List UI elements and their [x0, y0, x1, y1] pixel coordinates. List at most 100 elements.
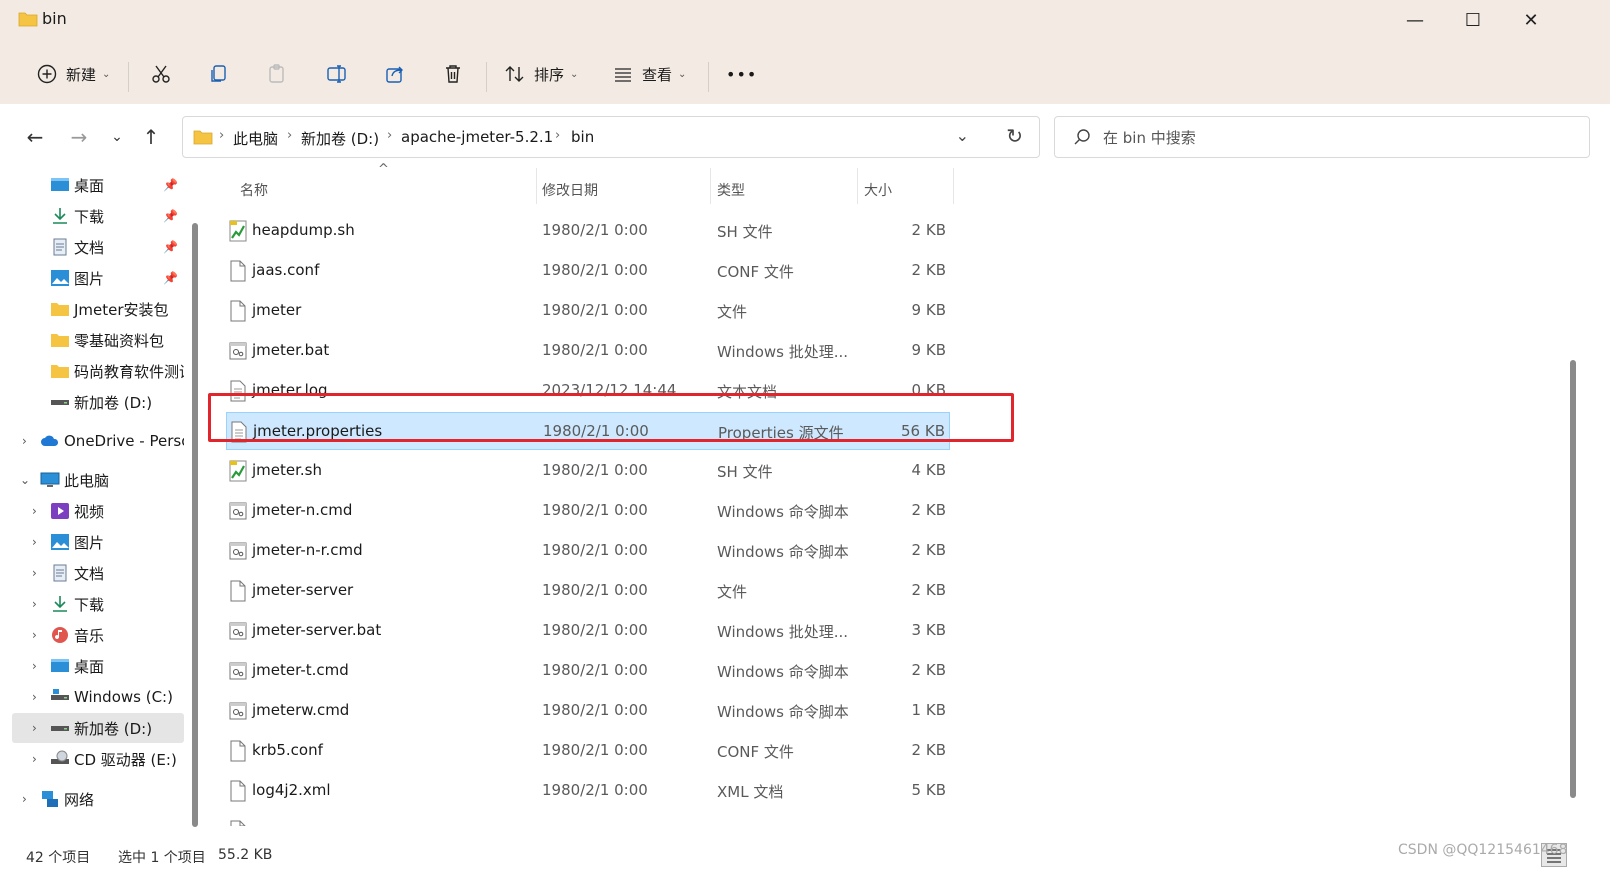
collapse-icon[interactable]: ⌄ — [20, 473, 30, 487]
column-header-name[interactable]: 名称 — [240, 172, 268, 208]
maximize-button[interactable]: ☐ — [1444, 0, 1502, 40]
file-row[interactable]: jmeter 1980/2/1 0:00 文件 9 KB — [226, 292, 950, 330]
address-bar[interactable]: › 此电脑 › 新加卷 (D:) › apache-jmeter-5.2.1 ›… — [182, 116, 1040, 158]
sidebar-item-music[interactable]: › 音乐 — [12, 620, 184, 650]
sidebar-item-label: 码尚教育软件测试 — [74, 362, 184, 381]
delete-button[interactable] — [442, 58, 464, 90]
breadcrumb-jmeter[interactable]: apache-jmeter-5.2.1 — [401, 128, 553, 146]
shell-script-icon — [228, 220, 248, 242]
sidebar-scrollbar[interactable] — [192, 223, 198, 827]
search-box[interactable] — [1054, 116, 1590, 158]
recent-locations-button[interactable]: ⌄ — [102, 122, 132, 152]
paste-button[interactable] — [266, 58, 288, 90]
sidebar-item-downloads-pc[interactable]: › 下载 — [12, 589, 184, 619]
column-header-size[interactable]: 大小 — [864, 172, 892, 208]
column-divider[interactable] — [953, 168, 954, 204]
file-row[interactable]: jmeter.sh 1980/2/1 0:00 SH 文件 4 KB — [226, 452, 950, 490]
document-icon — [53, 564, 67, 582]
sidebar-item-drive-d[interactable]: › 新加卷 (D:) — [12, 713, 184, 743]
forward-button[interactable]: → — [64, 122, 94, 152]
sidebar-item-jmeter-package[interactable]: Jmeter安装包 — [12, 294, 184, 324]
breadcrumb-drive-d[interactable]: 新加卷 (D:) — [301, 128, 379, 149]
file-row[interactable]: jmeter.bat 1980/2/1 0:00 Windows 批处理... 9 K… — [226, 332, 950, 370]
file-row[interactable]: log4j2.xml 1980/2/1 0:00 XML 文档 5 KB — [226, 772, 950, 810]
sidebar-item-desktop[interactable]: 桌面 📌 — [12, 170, 184, 200]
file-row[interactable]: jmeter-n-r.cmd 1980/2/1 0:00 Windows 命令脚本 2… — [226, 532, 950, 570]
sidebar-item-basics-package[interactable]: 零基础资料包 — [12, 325, 184, 355]
batch-file-icon — [228, 500, 248, 522]
file-row[interactable]: jmeterw.cmd 1980/2/1 0:00 Windows 命令脚本 1 KB — [226, 692, 950, 730]
expand-icon[interactable]: › — [32, 597, 37, 611]
file-row[interactable]: heapdump.sh 1980/2/1 0:00 SH 文件 2 KB — [226, 212, 950, 250]
copy-button[interactable] — [208, 58, 230, 90]
close-button[interactable]: ✕ — [1502, 0, 1560, 40]
batch-file-icon — [228, 660, 248, 682]
file-row[interactable]: jmeter.log 2023/12/12 14:44 文本文档 0 KB — [226, 372, 950, 410]
view-button[interactable]: 查看 ⌄ — [612, 58, 686, 90]
sidebar-item-pictures-pc[interactable]: › 图片 — [12, 527, 184, 557]
expand-icon[interactable]: › — [32, 721, 37, 735]
file-type: CONF 文件 — [717, 743, 794, 761]
expand-icon[interactable]: › — [32, 504, 37, 518]
sidebar-item-downloads[interactable]: 下载 📌 — [12, 201, 184, 231]
refresh-icon[interactable]: ↻ — [1006, 124, 1023, 148]
back-button[interactable]: ← — [20, 122, 50, 152]
expand-icon[interactable]: › — [32, 752, 37, 766]
expand-icon[interactable]: › — [32, 659, 37, 673]
navigation-row: ← → ⌄ ↑ › 此电脑 › 新加卷 (D:) › apache-jmeter… — [0, 104, 1610, 168]
sidebar-item-documents-pc[interactable]: › 文档 — [12, 558, 184, 588]
share-button[interactable] — [384, 58, 406, 90]
column-divider[interactable] — [536, 168, 537, 204]
file-icon — [228, 300, 248, 322]
sidebar-item-pictures[interactable]: 图片 📌 — [12, 263, 184, 293]
up-button[interactable]: ↑ — [136, 122, 166, 152]
file-list-scrollbar[interactable] — [1570, 360, 1576, 798]
file-row[interactable]: krb5.conf 1980/2/1 0:00 CONF 文件 2 KB — [226, 732, 950, 770]
column-divider[interactable] — [857, 168, 858, 204]
sidebar-item-network[interactable]: › 网络 — [12, 784, 184, 814]
address-history-dropdown[interactable]: ⌄ — [956, 126, 969, 145]
cut-button[interactable] — [150, 58, 172, 90]
column-header-date[interactable]: 修改日期 — [542, 172, 598, 208]
file-row[interactable]: jmeter-n.cmd 1980/2/1 0:00 Windows 命令脚本 2 K… — [226, 492, 950, 530]
breadcrumb-this-pc[interactable]: 此电脑 — [233, 128, 278, 149]
column-header-type[interactable]: 类型 — [717, 172, 745, 208]
rename-button[interactable] — [326, 58, 348, 90]
expand-icon[interactable]: › — [32, 690, 37, 704]
sort-button[interactable]: 排序 ⌄ — [504, 58, 578, 90]
more-options-button[interactable]: ••• — [726, 58, 757, 90]
file-row[interactable]: jaas.conf 1980/2/1 0:00 CONF 文件 2 KB — [226, 252, 950, 290]
file-row[interactable]: jmeter-server.bat 1980/2/1 0:00 Windows 批处… — [226, 612, 950, 650]
file-name: jmeter-n.cmd — [252, 501, 353, 519]
file-size: 9 KB — [911, 341, 946, 359]
sidebar-item-this-pc[interactable]: ⌄ 此电脑 — [12, 465, 184, 495]
file-type: SH 文件 — [717, 223, 773, 241]
maximize-icon: ☐ — [1464, 9, 1482, 31]
sidebar-item-drive-c[interactable]: › Windows (C:) — [12, 682, 184, 712]
file-modified-date: 1980/2/1 0:00 — [542, 301, 648, 319]
minimize-button[interactable]: — — [1386, 0, 1444, 40]
expand-icon[interactable]: › — [22, 434, 27, 448]
breadcrumb-bin[interactable]: bin — [571, 128, 594, 146]
sidebar-item-desktop-pc[interactable]: › 桌面 — [12, 651, 184, 681]
sidebar-item-documents[interactable]: 文档 📌 — [12, 232, 184, 262]
pin-icon: 📌 — [163, 271, 178, 285]
new-button[interactable]: 新建 ⌄ — [36, 58, 110, 90]
file-row[interactable]: jmeter-server 1980/2/1 0:00 文件 2 KB — [226, 572, 950, 610]
sidebar-item-drive-d-pinned[interactable]: 新加卷 (D:) — [12, 387, 184, 417]
file-row[interactable]: jmeter-t.cmd 1980/2/1 0:00 Windows 命令脚本 2 K… — [226, 652, 950, 690]
expand-icon[interactable]: › — [22, 792, 27, 806]
search-input[interactable] — [1103, 125, 1563, 151]
sidebar-item-mashang-folder[interactable]: 码尚教育软件测试 — [12, 356, 184, 386]
sidebar-item-drive-e[interactable]: › CD 驱动器 (E:) — [12, 744, 184, 774]
sidebar-item-videos[interactable]: › 视频 — [12, 496, 184, 526]
expand-icon[interactable]: › — [32, 566, 37, 580]
selection-count: 选中 1 个项目 — [118, 850, 206, 866]
file-row-partial[interactable] — [226, 812, 950, 826]
chevron-down-icon: ⌄ — [678, 68, 687, 80]
expand-icon[interactable]: › — [32, 535, 37, 549]
file-row[interactable]: jmeter.properties 1980/2/1 0:00 Properties… — [226, 412, 950, 450]
expand-icon[interactable]: › — [32, 628, 37, 642]
sidebar-item-onedrive[interactable]: › OneDrive - Personal — [12, 426, 184, 456]
column-divider[interactable] — [710, 168, 711, 204]
